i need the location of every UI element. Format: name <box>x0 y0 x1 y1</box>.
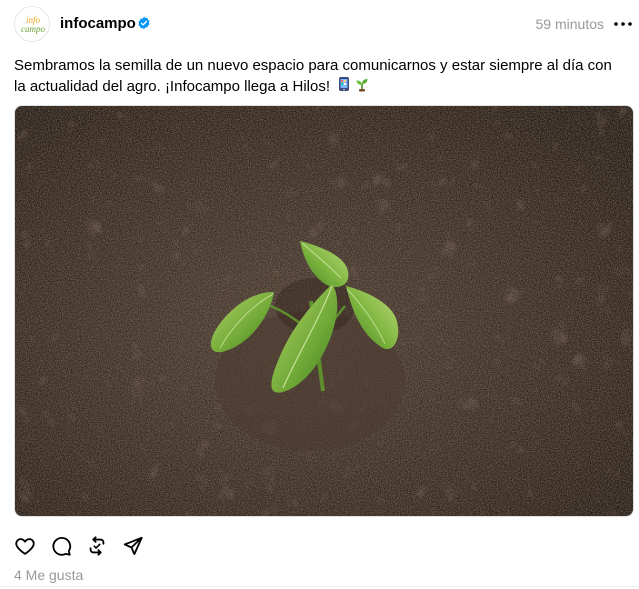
caption-text: Sembramos la semilla de un nuevo espacio… <box>14 57 612 95</box>
phone-emoji <box>336 76 352 98</box>
thread-post: info campo infocampo 59 minutos Sembramo… <box>0 0 639 589</box>
share-icon[interactable] <box>122 535 144 557</box>
seedling-emoji <box>354 76 370 98</box>
post-divider <box>0 586 639 587</box>
verified-badge-icon <box>138 16 150 30</box>
post-timestamp[interactable]: 59 minutos <box>536 16 604 32</box>
post-caption: Sembramos la semilla de un nuevo espacio… <box>14 55 626 98</box>
logo-text-campo: campo <box>21 24 45 34</box>
repost-icon[interactable] <box>86 535 108 557</box>
seedling-soil-photo <box>15 106 633 516</box>
avatar[interactable]: info campo <box>14 6 50 42</box>
heart-icon[interactable] <box>14 535 36 557</box>
more-icon[interactable] <box>612 12 634 34</box>
post-image[interactable] <box>14 105 634 517</box>
post-header: info campo infocampo 59 minutos <box>14 6 634 44</box>
infocampo-logo: info campo <box>15 7 49 41</box>
likes-count[interactable]: 4 Me gusta <box>14 567 83 583</box>
comment-icon[interactable] <box>50 535 72 557</box>
username[interactable]: infocampo <box>60 15 136 32</box>
